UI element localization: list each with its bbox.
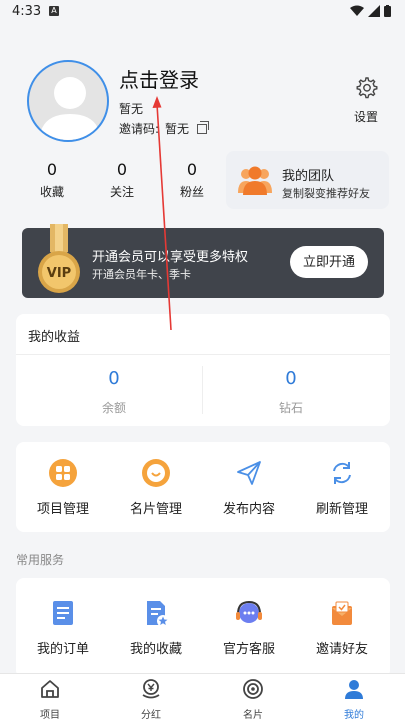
earning-value: 0 <box>108 368 120 389</box>
tool-project-management[interactable]: 项目管理 <box>18 458 108 517</box>
vip-title: 开通会员可以享受更多特权 <box>92 250 249 265</box>
tab-projects[interactable]: 项目 <box>20 678 80 720</box>
earning-label: 钻石 <box>278 401 303 415</box>
service-my-orders[interactable]: 我的订单 <box>18 598 108 657</box>
gear-icon <box>356 77 378 99</box>
tab-label: 我的 <box>344 710 364 720</box>
stat-label: 关注 <box>109 185 134 199</box>
stat-value: 0 <box>46 160 58 179</box>
tab-business-card[interactable]: 名片 <box>223 678 283 720</box>
stat-value: 0 <box>116 160 128 179</box>
status-bar: 4:33 A <box>0 0 405 24</box>
profile-header: 点击登录 暂无 邀请码: 暂无 设置 0 收藏 0 关注 0 粉丝 我的团队 复… <box>0 24 405 214</box>
tool-refresh-management[interactable]: 刷新管理 <box>297 458 387 517</box>
earning-value: 0 <box>285 368 297 389</box>
status-time: 4:33 <box>12 4 42 19</box>
team-title: 我的团队 <box>282 169 335 184</box>
vip-badge-text: VIP <box>47 266 71 281</box>
invite-icon <box>332 601 352 625</box>
default-avatar-icon <box>39 77 101 140</box>
divider <box>202 366 203 414</box>
service-my-favorites[interactable]: 我的收藏 <box>111 598 201 657</box>
earning-balance[interactable]: 0 余额 <box>54 368 174 416</box>
stat-following[interactable]: 0 关注 <box>92 160 152 200</box>
order-icon <box>53 601 73 625</box>
service-label: 官方客服 <box>222 642 275 657</box>
tool-label: 名片管理 <box>129 502 182 517</box>
login-prompt[interactable]: 点击登录 <box>119 64 199 93</box>
settings-label: 设置 <box>353 110 378 124</box>
battery-icon <box>384 5 391 17</box>
wifi-icon <box>350 5 364 16</box>
invite-code-row: 邀请码: 暂无 <box>119 120 210 137</box>
tool-card-management[interactable]: 名片管理 <box>111 458 201 517</box>
grid-icon <box>49 459 77 487</box>
copy-icon[interactable] <box>197 120 210 134</box>
services-section-title: 常用服务 <box>16 553 65 567</box>
invite-label: 邀请码: <box>119 122 160 136</box>
tool-publish-content[interactable]: 发布内容 <box>204 458 294 517</box>
tab-label: 项目 <box>40 710 60 720</box>
service-customer-support[interactable]: 官方客服 <box>204 598 294 657</box>
tools-card: 项目管理 名片管理 发布内容 刷新管理 <box>16 442 390 532</box>
tool-label: 发布内容 <box>222 502 275 517</box>
tab-dividend[interactable]: 分红 <box>121 678 181 720</box>
service-label: 我的订单 <box>36 642 89 657</box>
bottom-tab-bar: 项目 分红 名片 我的 <box>0 673 405 720</box>
target-icon <box>243 679 263 699</box>
refresh-icon <box>333 462 351 484</box>
home-icon <box>41 680 59 698</box>
vip-banner[interactable]: VIP 开通会员可以享受更多特权 开通会员年卡、季卡 立即开通 <box>22 224 384 298</box>
earning-label: 余额 <box>101 401 126 415</box>
notification-icon: A <box>49 6 59 16</box>
open-vip-button[interactable]: 立即开通 <box>290 246 368 278</box>
service-label: 我的收藏 <box>129 642 182 657</box>
divider <box>16 354 390 355</box>
earning-diamonds[interactable]: 0 钻石 <box>231 368 351 416</box>
stat-favorites[interactable]: 0 收藏 <box>22 160 82 200</box>
earnings-card: 我的收益 0 余额 0 钻石 <box>16 314 390 426</box>
my-team-card[interactable]: 我的团队 复制裂变推荐好友 <box>226 151 389 209</box>
tool-label: 刷新管理 <box>315 502 368 517</box>
settings-button[interactable]: 设置 <box>351 76 381 125</box>
tab-mine[interactable]: 我的 <box>324 678 384 720</box>
stat-label: 粉丝 <box>179 185 204 199</box>
stat-value: 0 <box>186 160 198 179</box>
service-invite-friends[interactable]: 邀请好友 <box>297 598 387 657</box>
team-icon <box>238 166 272 195</box>
headset-icon <box>236 600 262 623</box>
services-card: 我的订单 我的收藏 官方客服 邀请好友 <box>16 578 390 678</box>
service-label: 邀请好友 <box>315 642 368 657</box>
status-indicators <box>350 5 391 17</box>
send-icon <box>237 461 261 485</box>
stat-label: 收藏 <box>39 185 64 199</box>
nickname: 暂无 <box>119 102 144 116</box>
card-icon <box>142 459 170 487</box>
user-icon <box>345 680 363 699</box>
tab-label: 分红 <box>141 710 161 720</box>
stat-fans[interactable]: 0 粉丝 <box>162 160 222 200</box>
team-subtitle: 复制裂变推荐好友 <box>282 187 370 200</box>
avatar[interactable] <box>27 60 109 142</box>
vip-medal-icon: VIP <box>38 224 80 293</box>
earnings-title: 我的收益 <box>28 330 81 345</box>
tool-label: 项目管理 <box>36 502 89 517</box>
signal-icon <box>368 5 380 17</box>
dividend-icon <box>142 679 160 699</box>
favorite-doc-icon <box>147 601 169 627</box>
vip-subtitle: 开通会员年卡、季卡 <box>92 268 191 281</box>
invite-value: 暂无 <box>165 122 190 136</box>
tab-label: 名片 <box>243 710 263 720</box>
